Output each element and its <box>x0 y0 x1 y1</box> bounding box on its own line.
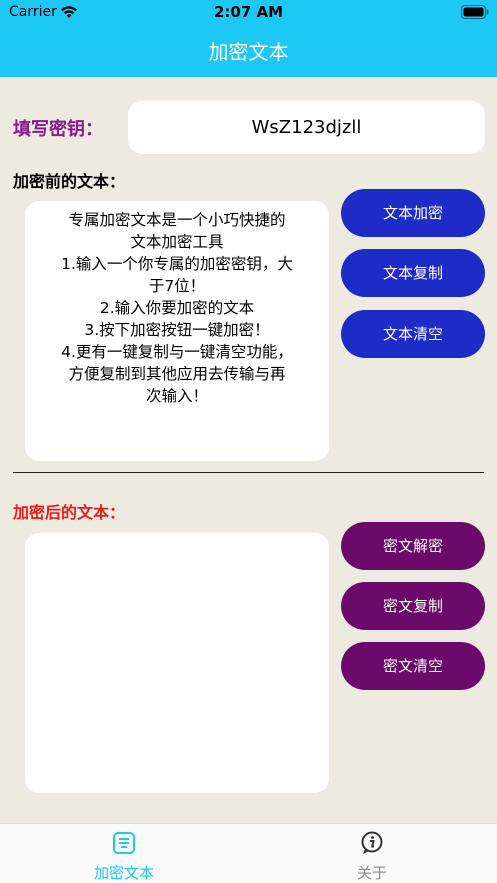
tab-about[interactable]: 关于 <box>292 824 452 883</box>
ciphertext-label: 加密后的文本： <box>13 503 126 522</box>
encrypt-text-button[interactable]: 文本加密 <box>341 189 485 237</box>
ciphertext-textarea[interactable] <box>25 533 329 793</box>
decrypt-cipher-button[interactable]: 密文解密 <box>341 522 485 570</box>
plaintext-label: 加密前的文本： <box>13 172 126 191</box>
plaintext-line: 方便复制到其他应用去传输与再 <box>68 365 286 383</box>
copy-cipher-button[interactable]: 密文复制 <box>341 582 485 630</box>
status-time: 2:07 AM <box>213 3 284 21</box>
section-divider <box>13 472 484 473</box>
tab-bar: 加密文本 关于 <box>0 823 497 883</box>
plaintext-line: 4.更有一键复制与一键清空功能， <box>61 343 293 361</box>
plaintext-line: 文本加密工具 <box>130 233 224 251</box>
plaintext-textarea[interactable]: 专属加密文本是一个小巧快捷的 文本加密工具 1.输入一个你专属的加密密钥，大 于7位！… <box>25 201 329 461</box>
tab-label-encrypt: 加密文本 <box>93 864 154 882</box>
tab-label-about: 关于 <box>356 864 387 882</box>
status-bar: Carrier 2:07 AM <box>0 0 497 26</box>
plaintext-line: 3.按下加密按钮一键加密！ <box>84 321 270 339</box>
page-title: 加密文本 <box>208 40 289 64</box>
clear-cipher-button[interactable]: 密文清空 <box>341 642 485 690</box>
plaintext-line: 于7位！ <box>148 277 206 295</box>
plaintext-line: 专属加密文本是一个小巧快捷的 <box>68 211 286 229</box>
clear-text-button[interactable]: 文本清空 <box>341 310 485 358</box>
plaintext-line: 2.输入你要加密的文本 <box>99 299 255 317</box>
key-label: 填写密钥： <box>13 119 103 140</box>
copy-text-button[interactable]: 文本复制 <box>341 249 485 297</box>
battery-icon <box>461 5 489 19</box>
info-icon <box>361 831 383 854</box>
document-icon <box>113 832 135 854</box>
key-input[interactable] <box>128 101 485 154</box>
navigation-header: Carrier 2:07 AM 加密文本 <box>0 0 497 77</box>
plaintext-line: 次输入！ <box>145 387 208 405</box>
tab-encrypt-text[interactable]: 加密文本 <box>44 824 204 883</box>
plaintext-line: 1.输入一个你专属的加密密钥，大 <box>61 255 293 273</box>
